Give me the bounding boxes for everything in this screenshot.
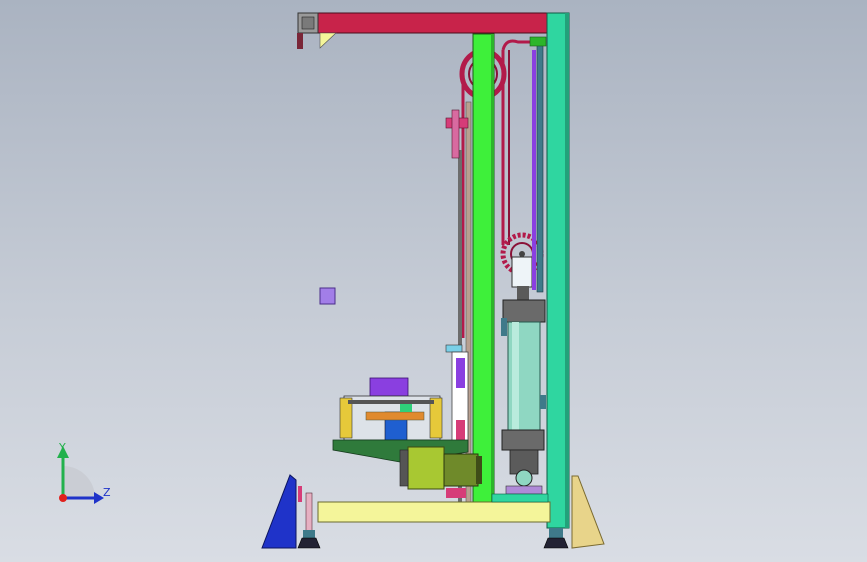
triad-x-origin [59,494,67,502]
cylinder-body-highlight [512,322,519,434]
cylinder-top-cap[interactable] [502,299,546,323]
right-leveling-nut [549,528,563,538]
cylinder-mount-plate [505,485,543,495]
cylinder-bottom-cap[interactable] [501,429,545,451]
lower-sprocket-bracket [511,256,533,288]
gripper-top-block[interactable] [369,377,409,397]
top-beam-hanger [297,33,303,49]
cylinder-pivot-pin [515,469,533,487]
coordinate-triad[interactable] [57,446,104,504]
machine-assembly-drawing[interactable] [0,0,867,562]
triad-z-label: Z [103,486,111,499]
lower-sprocket-bolt [519,251,525,257]
top-beam-gusset [319,32,337,49]
right-foot-brace[interactable] [571,475,605,549]
left-leveling-pad[interactable] [297,537,321,549]
rail-clamp-stem [451,109,460,159]
top-right-block [529,36,547,47]
floating-marker-block[interactable] [319,287,336,305]
motor-flange [399,449,409,487]
motor-lower-bracket [446,488,466,498]
upright-green-column[interactable] [472,33,495,503]
upright-teal-column-edge [565,13,569,528]
chain-top-loop [501,39,530,51]
right-leveling-pad[interactable] [543,537,569,549]
motor-end-cap [476,456,482,484]
gripper-rail [348,400,434,404]
carriage-slider-cap [445,344,463,353]
left-leveling-nut [303,530,315,538]
base-beam-right-plate [491,493,549,503]
left-foot-marker [298,486,302,502]
back-rail [536,41,544,293]
triad-quadrant [63,466,95,498]
carriage-slider-purple [456,358,465,388]
upright-green-column-edge [491,34,494,502]
top-beam[interactable] [297,12,551,34]
gripper-shaft [365,411,425,421]
cad-viewport[interactable]: Y Z [0,0,867,562]
motor-body[interactable] [443,453,479,487]
cylinder-side-bolt-a [540,395,546,409]
motor-gearbox[interactable] [407,446,445,490]
triad-y-label: Y [59,441,66,454]
cylinder-side-bolt-b [501,318,507,336]
base-beam[interactable] [317,501,551,523]
top-beam-end-cap-inner [301,16,315,30]
left-leveling-rod [305,492,313,532]
back-rail-purple [532,50,536,290]
left-foot-brace[interactable] [261,474,297,549]
